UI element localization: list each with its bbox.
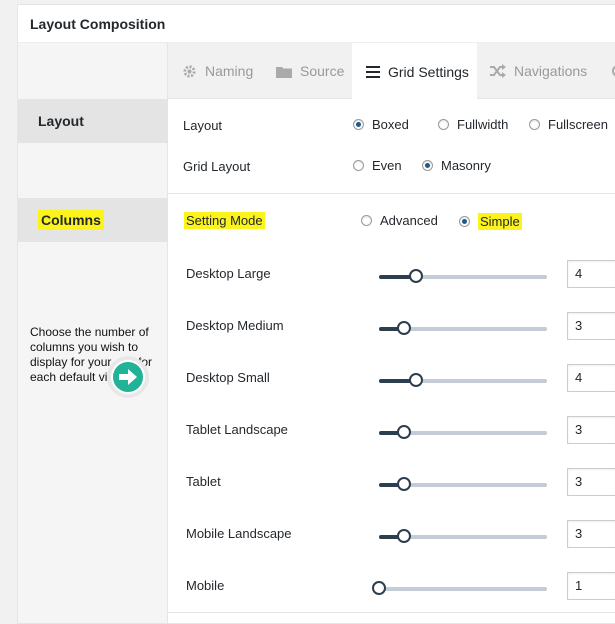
partial-icon [612, 65, 615, 77]
column-slider[interactable] [379, 529, 547, 543]
column-slider[interactable] [379, 477, 547, 491]
grid-layout-row-label: Grid Layout [183, 159, 251, 174]
slider-thumb[interactable] [408, 373, 423, 387]
column-slider[interactable] [372, 581, 547, 595]
slider-thumb[interactable] [397, 321, 412, 335]
tab-naming[interactable]: Naming [182, 43, 253, 99]
option-label: Fullscreen [548, 117, 608, 132]
slider-label: Desktop Small [186, 370, 270, 385]
mode-option-advanced[interactable]: Advanced [361, 213, 438, 228]
layout-option-boxed[interactable]: Boxed [353, 117, 409, 132]
column-slider[interactable] [379, 373, 547, 387]
option-label: Advanced [380, 213, 438, 228]
columns-label: Columns [38, 210, 104, 230]
column-count-input[interactable]: 3 [567, 468, 615, 496]
radio-icon [422, 160, 433, 171]
layout-option-fullwidth[interactable]: Fullwidth [438, 117, 508, 132]
column-count-input[interactable]: 4 [567, 260, 615, 288]
mode-option-simple[interactable]: Simple [459, 213, 522, 230]
slider-label: Tablet Landscape [186, 422, 288, 437]
slider-thumb[interactable] [408, 269, 423, 283]
option-label: Even [372, 158, 402, 173]
column-slider[interactable] [379, 321, 547, 335]
column-count-input[interactable]: 4 [567, 364, 615, 392]
tab-bar: Naming Source Grid Settings Navigations [168, 43, 615, 100]
tab-label: Grid Settings [388, 63, 469, 80]
tab-partial[interactable] [611, 43, 615, 99]
sidebar-item-columns: Columns [18, 198, 168, 242]
radio-icon [529, 119, 540, 130]
grid-option-even[interactable]: Even [353, 158, 402, 173]
slider-label: Mobile Landscape [186, 526, 292, 541]
column-slider[interactable] [379, 269, 547, 283]
gear-icon [183, 64, 196, 78]
arrow-right-icon [111, 360, 145, 394]
tab-source[interactable]: Source [276, 43, 344, 99]
layout-option-fullscreen[interactable]: Fullscreen [529, 117, 608, 132]
shuffle-icon [490, 64, 506, 78]
radio-icon [438, 119, 449, 130]
radio-icon [353, 119, 364, 130]
hamburger-icon [366, 65, 380, 78]
column-slider[interactable] [379, 425, 547, 439]
folder-icon [276, 66, 292, 78]
slider-thumb[interactable] [397, 529, 412, 543]
option-label: Fullwidth [457, 117, 509, 132]
tab-label: Navigations [514, 63, 588, 79]
slider-thumb[interactable] [397, 425, 412, 439]
layout-row-label: Layout [183, 118, 223, 133]
column-count-input[interactable]: 3 [567, 520, 615, 548]
option-label: Simple [478, 213, 522, 230]
panel-title: Layout Composition [18, 5, 615, 43]
radio-icon [353, 160, 364, 171]
column-count-input[interactable]: 1 [567, 572, 615, 600]
tab-grid-settings[interactable]: Grid Settings [352, 43, 477, 100]
tab-navigations[interactable]: Navigations [490, 43, 587, 99]
column-count-input[interactable]: 3 [567, 416, 615, 444]
section-divider [168, 193, 615, 194]
layout-composition-panel: Layout Composition Layout Columns Choose… [17, 4, 615, 624]
option-label: Boxed [372, 117, 409, 132]
slider-label: Desktop Large [186, 266, 271, 281]
slider-label: Desktop Medium [186, 318, 284, 333]
slider-thumb[interactable] [397, 477, 412, 491]
sidebar: Layout Columns Choose the number of colu… [18, 43, 168, 623]
sidebar-item-layout: Layout [18, 99, 168, 143]
setting-mode-label: Setting Mode [184, 212, 265, 229]
tab-label: Source [300, 63, 345, 79]
slider-thumb[interactable] [372, 581, 386, 595]
radio-icon [459, 216, 470, 227]
slider-label: Tablet [186, 474, 221, 489]
radio-icon [361, 215, 372, 226]
grid-option-masonry[interactable]: Masonry [422, 158, 491, 173]
bottom-divider [168, 612, 615, 613]
option-label: Masonry [441, 158, 491, 173]
slider-label: Mobile [186, 578, 225, 593]
tab-label: Naming [205, 63, 254, 79]
column-count-input[interactable]: 3 [567, 312, 615, 340]
next-arrow-button[interactable] [107, 356, 149, 398]
